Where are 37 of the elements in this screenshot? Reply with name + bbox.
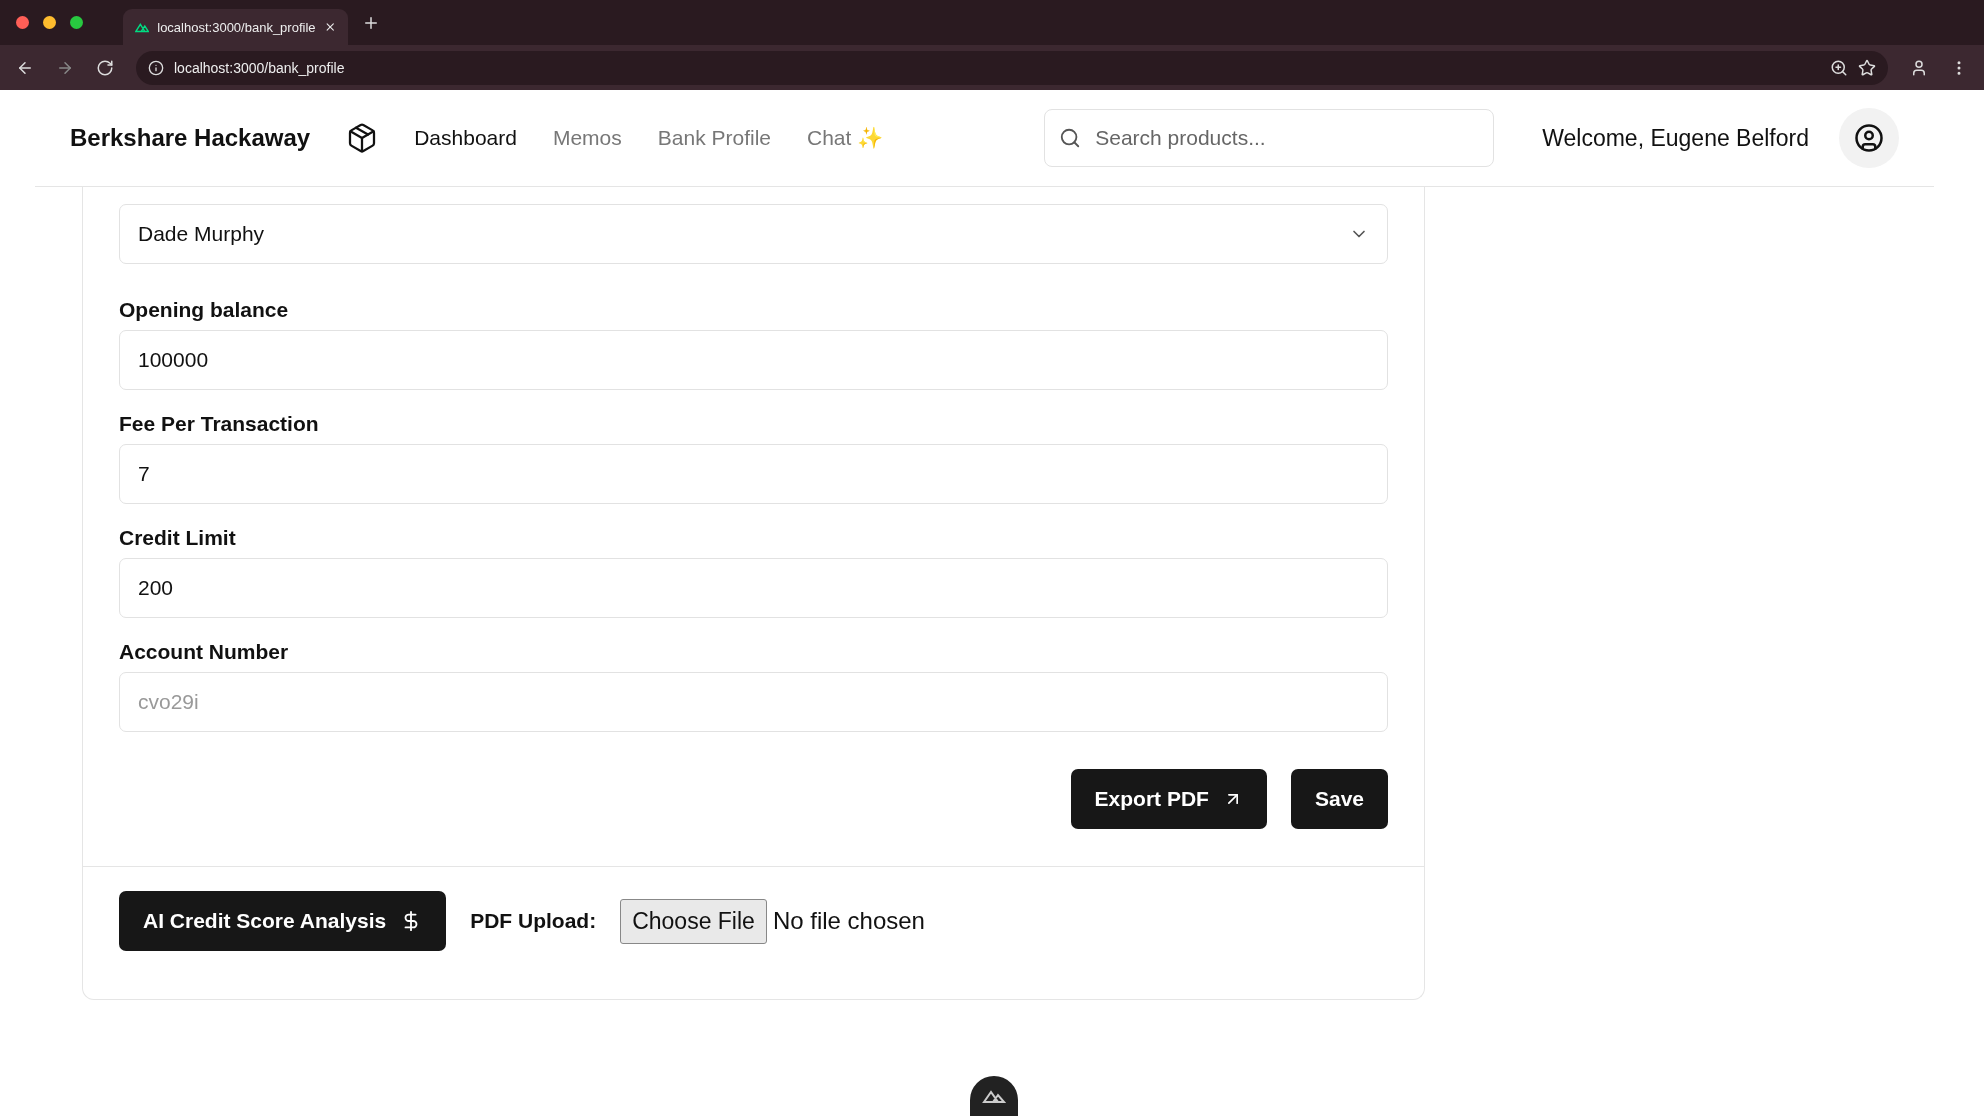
- nav-link[interactable]: Memos: [552, 126, 622, 150]
- analysis-button[interactable]: AI Credit Score Analysis: [119, 891, 447, 951]
- nav-link[interactable]: Bank Profile: [657, 126, 771, 150]
- brand-name[interactable]: Berkshare Hackaway: [70, 124, 311, 152]
- choose-file-button[interactable]: Choose File: [620, 898, 767, 944]
- info-icon: [148, 59, 164, 76]
- address-bar[interactable]: localhost:3000/bank_profile: [136, 50, 1888, 85]
- input-field[interactable]: 7: [119, 444, 1388, 504]
- devtools-button[interactable]: [970, 1076, 1018, 1116]
- search-field[interactable]: Search products...: [1044, 109, 1495, 167]
- field-label: Account Number: [119, 640, 290, 664]
- export-button[interactable]: Export PDF: [1070, 769, 1267, 829]
- customer-select[interactable]: Dade Murphy: [119, 204, 1388, 264]
- close-window-icon: [16, 16, 29, 29]
- upload-label: PDF Upload:: [470, 909, 597, 933]
- minimize-window-icon: [43, 16, 56, 29]
- bookmark-star-icon[interactable]: [1858, 58, 1876, 77]
- input-field[interactable]: 200: [119, 558, 1388, 618]
- field-label: Credit Limit: [119, 526, 237, 550]
- zoom-icon[interactable]: [1830, 58, 1848, 77]
- profile-icon[interactable]: [1910, 58, 1928, 77]
- welcome-text: Welcome, Eugene Belford: [1542, 124, 1809, 152]
- url-text: localhost:3000/bank_profile: [174, 59, 345, 76]
- maximize-window-icon: [70, 16, 83, 29]
- nav-link[interactable]: Dashboard: [414, 126, 517, 150]
- file-status: No file chosen: [772, 907, 925, 935]
- input-field[interactable]: 100000: [119, 330, 1388, 390]
- user-circle-icon: [1854, 123, 1884, 153]
- field-label: Fee Per Transaction: [119, 412, 320, 436]
- save-button[interactable]: Save: [1290, 769, 1388, 829]
- field-label: Opening balance: [119, 298, 290, 322]
- nav-link[interactable]: Chat ✨: [807, 126, 884, 150]
- browser-tab[interactable]: localhost:3000/bank_profile: [123, 9, 348, 45]
- mountain-logo-icon: [135, 21, 150, 33]
- search-icon: [1059, 127, 1082, 149]
- reload-icon[interactable]: [96, 58, 114, 77]
- mountain-logo-icon: [982, 1088, 1006, 1104]
